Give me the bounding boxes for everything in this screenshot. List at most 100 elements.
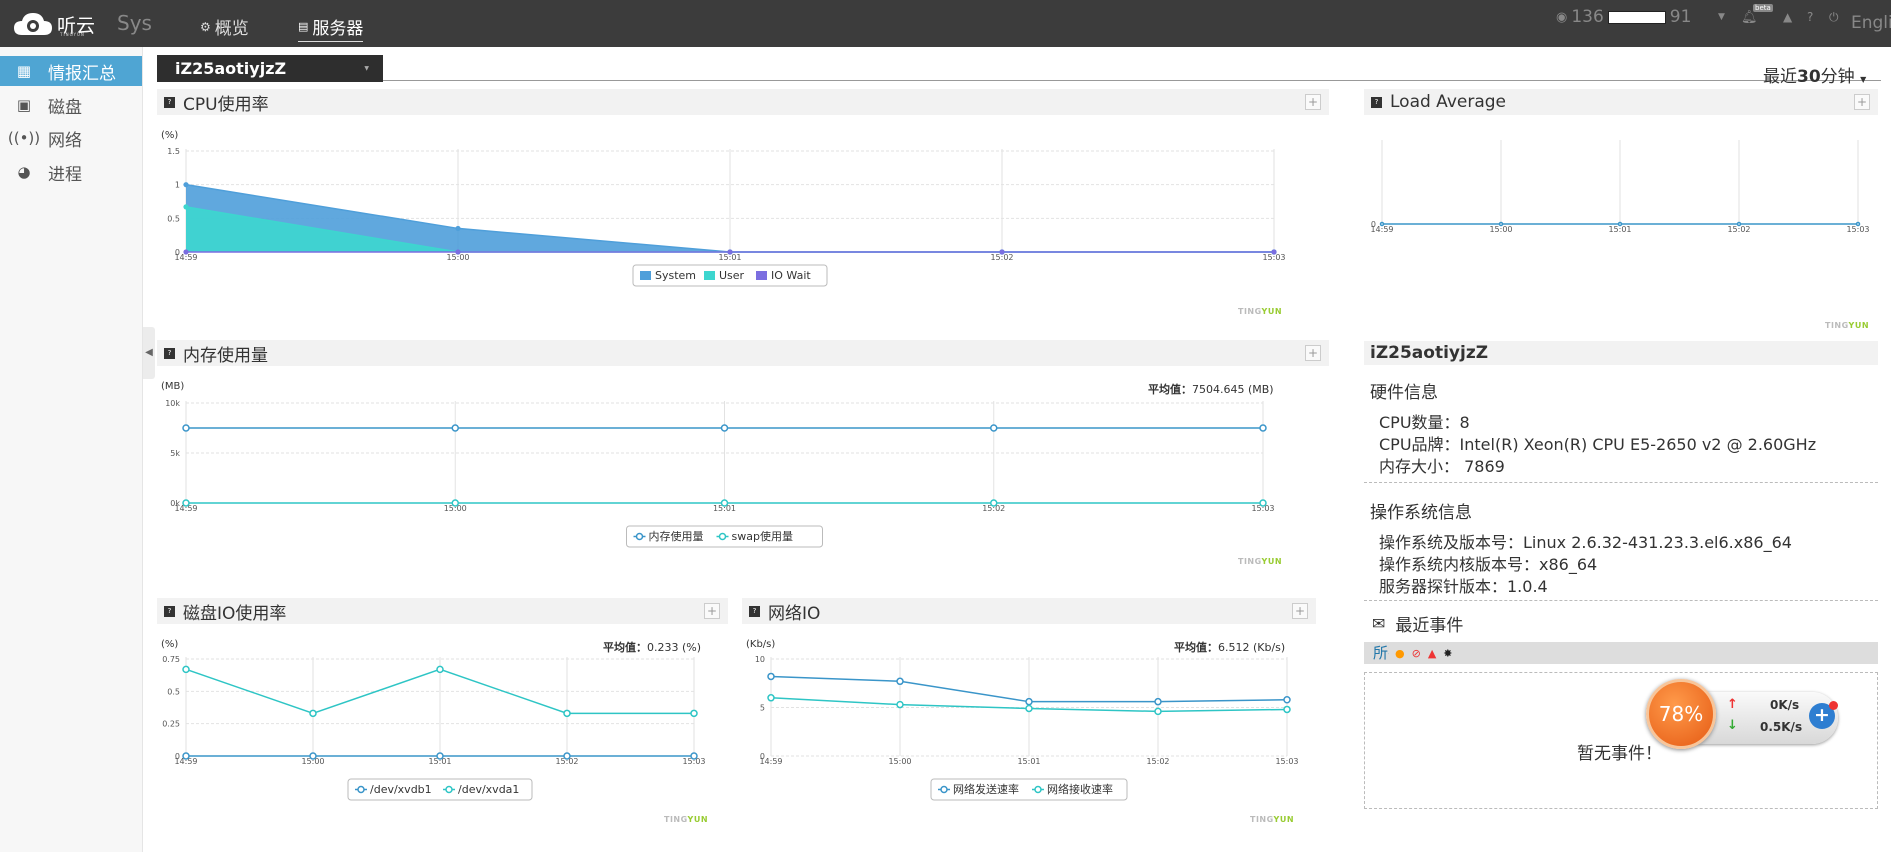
cpu-count: CPU数量：8 bbox=[1379, 413, 1470, 432]
data-point bbox=[990, 424, 998, 432]
data-point bbox=[309, 709, 317, 718]
watermark-b: YUN bbox=[1273, 815, 1295, 824]
sidebar-item-summary[interactable]: ▦ 情报汇总 bbox=[0, 56, 142, 86]
cloud-logo-icon bbox=[14, 13, 52, 35]
legend-label: swap使用量 bbox=[732, 530, 793, 543]
net-avg: 平均值：6.512 (Kb/s) bbox=[1174, 639, 1285, 655]
legend-label: 网络发送速率 bbox=[953, 782, 1019, 796]
data-point bbox=[1154, 707, 1162, 716]
x-tick-label: 14:59 bbox=[759, 757, 782, 766]
divider bbox=[383, 80, 1881, 81]
bell-icon[interactable]: 🔔︎ bbox=[1741, 10, 1758, 25]
os-kernel: 操作系统内核版本号：x86_64 bbox=[1379, 555, 1598, 574]
watermark: TINGYUN bbox=[1250, 815, 1294, 824]
help-icon[interactable]: ? bbox=[164, 605, 175, 617]
logo-subtext: TINGYUN bbox=[60, 32, 85, 37]
percent-badge[interactable]: 78% bbox=[1646, 679, 1716, 749]
events-header: ✉ 最近事件 bbox=[1364, 610, 1878, 636]
data-point bbox=[1283, 705, 1291, 714]
download-arrow-icon: ↓ bbox=[1727, 718, 1738, 733]
data-point bbox=[896, 677, 904, 686]
memory-avg: 平均值：7504.645 (MB) bbox=[1148, 381, 1274, 397]
data-point bbox=[451, 424, 459, 432]
watermark-b: YUN bbox=[687, 815, 709, 824]
x-tick-label: 15:00 bbox=[888, 757, 911, 766]
data-point bbox=[182, 665, 190, 674]
beta-badge: beta bbox=[1753, 4, 1773, 12]
legend-label: /dev/xvdb1 bbox=[370, 783, 432, 796]
info-filter-icon[interactable]: ● bbox=[1395, 647, 1405, 660]
y-tick-label: 5 bbox=[760, 704, 765, 713]
host-selector[interactable]: iZ25aotiyjzZ ▼ bbox=[157, 55, 383, 82]
panel-title: 内存使用量 bbox=[183, 345, 268, 366]
data-point bbox=[563, 709, 571, 718]
x-tick-label: 15:03 bbox=[1846, 225, 1869, 234]
data-point bbox=[1617, 221, 1623, 227]
logo[interactable]: 听云 TINGYUN bbox=[13, 9, 113, 39]
legend-swatch bbox=[635, 532, 644, 541]
expand-button[interactable]: + bbox=[1292, 603, 1308, 619]
x-tick-label: 15:02 bbox=[1146, 757, 1169, 766]
data-point bbox=[1025, 704, 1033, 713]
help-icon[interactable]: ? bbox=[1807, 10, 1813, 24]
legend-swatch bbox=[704, 271, 715, 280]
y-tick-label: 0.75 bbox=[162, 655, 180, 664]
net-panel-header: ? 网络IO + bbox=[742, 598, 1316, 624]
cpu-brand: CPU品牌：Intel(R) Xeon(R) CPU E5-2650 v2 @ … bbox=[1379, 435, 1817, 454]
memory-unit: (MB) bbox=[161, 381, 185, 392]
events-filter-tabs: 所有 ● ⊘ ▲ ✸ bbox=[1364, 642, 1878, 664]
expand-button[interactable]: + bbox=[704, 603, 720, 619]
y-tick-label: 0.5 bbox=[167, 687, 180, 696]
memory-size: 内存大小： 7869 bbox=[1379, 457, 1505, 476]
expand-button[interactable]: + bbox=[1305, 94, 1321, 110]
product-name: Sys bbox=[117, 11, 152, 35]
data-point bbox=[999, 249, 1005, 255]
user-icon: ◉ bbox=[1556, 9, 1568, 25]
cpu-panel-header: ? CPU使用率 + bbox=[157, 89, 1329, 115]
data-point bbox=[183, 204, 189, 210]
nav-label: 服务器 bbox=[312, 19, 364, 39]
all-filter-icon[interactable]: ✸ bbox=[1443, 647, 1452, 660]
help-icon[interactable]: ? bbox=[749, 605, 760, 617]
antenna-icon: ((•)) bbox=[7, 129, 41, 147]
disk-panel-header: ? 磁盘IO使用率 + bbox=[157, 598, 728, 624]
disk-unit: (%) bbox=[161, 639, 179, 650]
nav-overview[interactable]: ⚙ 概览 bbox=[200, 14, 249, 39]
disk-avg: 平均值：0.233 (%) bbox=[603, 639, 701, 655]
data-point bbox=[720, 424, 729, 432]
tab-all[interactable]: 所有 bbox=[1373, 642, 1389, 664]
data-point bbox=[436, 665, 444, 674]
help-icon[interactable]: ? bbox=[164, 96, 175, 108]
data-point bbox=[1379, 221, 1385, 227]
warning-filter-icon[interactable]: ▲ bbox=[1428, 647, 1436, 660]
time-range-selector[interactable]: 最近30分钟 ▼ bbox=[1763, 62, 1866, 87]
help-icon[interactable]: ? bbox=[1371, 96, 1382, 108]
legend-swatch bbox=[1034, 785, 1042, 794]
upload-arrow-icon: ↑ bbox=[1727, 697, 1738, 712]
sidebar-item-network[interactable]: ((•)) 网络 bbox=[0, 123, 142, 153]
user-menu[interactable]: ◉ 136 91 bbox=[1556, 7, 1691, 27]
expand-button[interactable]: + bbox=[1854, 94, 1870, 110]
chevron-down-icon[interactable]: ▼ bbox=[1718, 12, 1725, 22]
blocked-filter-icon[interactable]: ⊘ bbox=[1412, 647, 1421, 660]
sidebar-item-disk[interactable]: ▣ 磁盘 bbox=[0, 90, 142, 120]
divider bbox=[1364, 482, 1878, 483]
panel-title: Load Average bbox=[1390, 92, 1506, 112]
language-switch[interactable]: Engli bbox=[1851, 13, 1891, 33]
speed-widget[interactable]: 78% ↑ ↓ 0K/s 0.5K/s + bbox=[1646, 679, 1840, 749]
watermark: TINGYUN bbox=[1825, 321, 1869, 330]
help-icon[interactable]: ? bbox=[164, 347, 175, 359]
grid-icon: ▦ bbox=[16, 62, 32, 80]
sidebar-item-process[interactable]: ◕ 进程 bbox=[0, 157, 142, 187]
warning-icon[interactable]: ▲ bbox=[1783, 10, 1792, 24]
x-tick-label: 15:02 bbox=[1727, 225, 1750, 234]
power-icon[interactable]: ⏻ bbox=[1829, 10, 1839, 25]
time-suffix: 分钟 bbox=[1820, 67, 1855, 87]
nav-servers[interactable]: ▤ 服务器 bbox=[298, 14, 364, 42]
legend-swatch bbox=[718, 532, 727, 541]
watermark-a: TING bbox=[1825, 321, 1849, 330]
sidebar-collapse-toggle[interactable]: ◀ bbox=[143, 327, 155, 379]
os-version: 操作系统及版本号：Linux 2.6.32-431.23.3.el6.x86_6… bbox=[1379, 533, 1792, 552]
legend-label: /dev/xvda1 bbox=[458, 783, 519, 796]
expand-button[interactable]: + bbox=[1305, 345, 1321, 361]
